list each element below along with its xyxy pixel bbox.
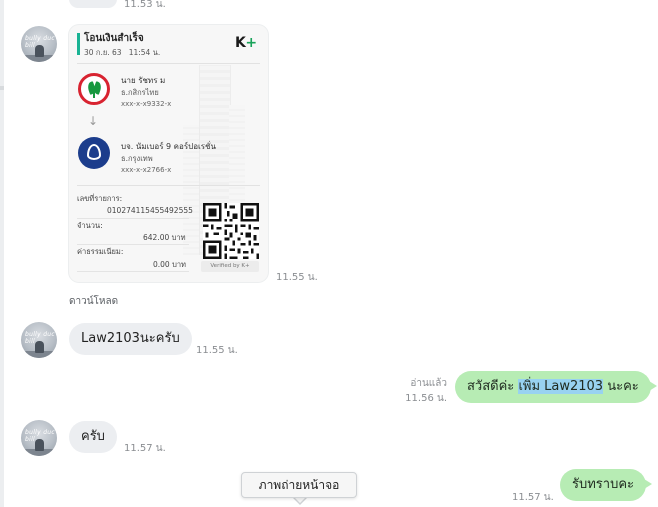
receiver-bank: ธ.กรุงเทพ: [121, 154, 153, 163]
field-divider: [77, 244, 189, 245]
field-divider: [77, 271, 189, 272]
sender-name: นาย รัชทร ม: [121, 76, 166, 85]
kplus-logo: K+: [235, 35, 257, 51]
read-receipt: อ่านแล้ว 11.56 น.: [387, 376, 447, 406]
amount-label: จำนวน:: [77, 221, 103, 230]
transfer-receipt-image[interactable]: โอนเงินสำเร็จ 30 ก.ย. 63 11:54 น. K+ นาย…: [69, 25, 268, 282]
previous-message-bubble: [69, 0, 117, 8]
receiver-name: บจ. นัมเบอร์ 9 คอร์ปอเรชั่น: [121, 142, 216, 151]
receipt-title: โอนเงินสำเร็จ: [84, 33, 144, 44]
message-time: 11.53 น.: [124, 0, 166, 10]
avatar-figure: [35, 45, 44, 57]
message-time: 11.56 น.: [405, 393, 447, 404]
kplus-k: K: [235, 35, 246, 51]
amount-value: 642.00 บาท: [143, 233, 186, 242]
avatar-figure: [35, 439, 44, 451]
reference-value: 010274115455492555: [107, 206, 193, 215]
message-time: 11.55 น.: [196, 345, 238, 356]
receipt-datetime: 30 ก.ย. 63 11:54 น.: [84, 47, 160, 59]
rail-marker: [0, 86, 4, 90]
message-time: 11.55 น.: [276, 272, 318, 283]
outgoing-message-bubble[interactable]: รับทราบคะ: [560, 469, 653, 501]
contact-avatar[interactable]: bully duc bill: [21, 322, 57, 358]
qr-code-icon: [203, 203, 259, 259]
receipt-divider: [77, 63, 260, 64]
download-link[interactable]: ดาวน์โหลด: [69, 294, 118, 309]
message-text: นะคะ: [603, 379, 639, 394]
receipt-title-accent: [77, 33, 80, 55]
message-time: 11.57 น.: [512, 492, 554, 503]
read-label: อ่านแล้ว: [410, 378, 447, 389]
selected-text: เพิ่ม Law2103: [518, 379, 604, 394]
contact-avatar[interactable]: bully duc bill: [21, 420, 57, 456]
avatar-figure: [35, 341, 44, 353]
kplus-plus: +: [245, 35, 257, 51]
incoming-message-bubble[interactable]: ครับ: [69, 421, 117, 453]
outgoing-message-bubble[interactable]: สวัสดีค่ะ เพิ่ม Law2103 นะคะ: [455, 371, 657, 403]
screenshot-tooltip: ภาพถ่ายหน้าจอ: [241, 472, 357, 498]
sender-bank: ธ.กสิกรไทย: [121, 88, 159, 97]
bangkok-bank-icon: [78, 137, 110, 169]
fee-label: ค่าธรรมเนียม:: [77, 247, 124, 256]
sender-account: xxx-x-x9332-x: [121, 100, 172, 108]
left-scroll-rail: [0, 0, 4, 507]
receipt-date: 30 ก.ย. 63: [84, 48, 122, 57]
message-text: สวัสดีค่ะ: [467, 379, 519, 394]
receipt-divider: [77, 185, 260, 186]
verified-by-kplus: Verified by K+: [201, 261, 259, 272]
incoming-message-bubble[interactable]: Law2103นะครับ: [69, 323, 192, 355]
fee-value: 0.00 บาท: [153, 260, 186, 269]
receiver-account: xxx-x-x2766-x: [121, 166, 172, 174]
kasikorn-bank-icon: [78, 73, 110, 105]
message-time: 11.57 น.: [124, 443, 166, 454]
field-divider: [77, 218, 189, 219]
arrow-down-icon: ↓: [88, 114, 99, 128]
reference-label: เลขที่รายการ:: [77, 194, 123, 203]
contact-avatar[interactable]: bully duc bill: [21, 26, 57, 62]
receipt-time: 11:54 น.: [128, 48, 161, 57]
